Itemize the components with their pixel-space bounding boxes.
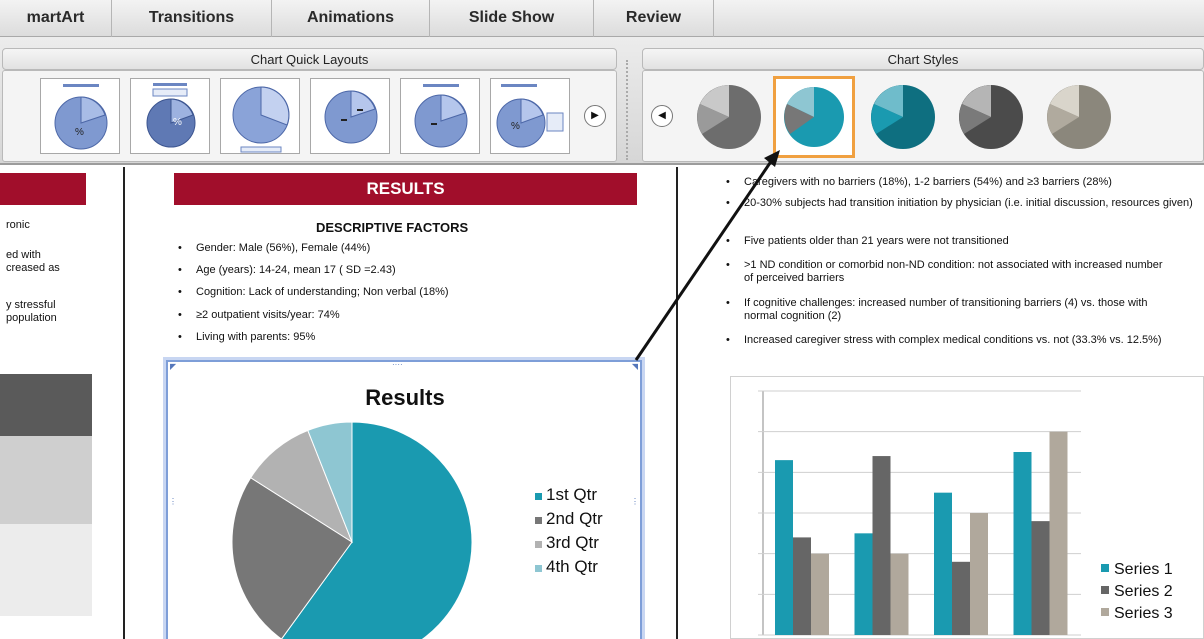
bar-2-4[interactable]	[1031, 521, 1050, 635]
bar-1-2[interactable]	[854, 533, 873, 635]
powerpoint-window: martArt Transitions Animations Slide Sho…	[0, 0, 1204, 639]
result-bullet: Living with parents: 95%	[178, 331, 315, 344]
descriptive-factors-heading: DESCRIPTIVE FACTORS	[316, 220, 469, 235]
left-gray-block	[0, 436, 92, 524]
bar-2-2[interactable]	[872, 456, 891, 635]
legend-swatch	[1101, 564, 1109, 572]
legend-label: 1st Qtr	[546, 485, 598, 504]
legend-swatch	[535, 517, 542, 524]
slide-divider	[123, 167, 125, 639]
tab-animations[interactable]: Animations	[272, 0, 430, 37]
results-banner: RESULTS	[174, 173, 637, 205]
tab-review[interactable]: Review	[594, 0, 714, 37]
result-bullet: Age (years): 14-24, mean 17 ( SD =2.43)	[178, 264, 396, 277]
result-bullet: Gender: Male (56%), Female (44%)	[178, 242, 370, 255]
finding-bullet: Increased caregiver stress with complex …	[726, 334, 1184, 347]
chart-style-3[interactable]	[862, 76, 944, 158]
result-bullet: Cognition: Lack of understanding; Non ve…	[178, 286, 449, 299]
bar-1-4[interactable]	[1013, 452, 1032, 635]
legend-swatch	[535, 541, 542, 548]
finding-bullet: If cognitive challenges: increased numbe…	[726, 297, 1164, 323]
left-text: creased as	[6, 262, 60, 274]
chart-style-2-selected[interactable]	[773, 76, 855, 158]
quick-layout-1[interactable]: %	[40, 78, 120, 154]
legend-label: 2nd Qtr	[546, 509, 603, 528]
legend-label: Series 2	[1114, 583, 1173, 600]
legend-label: 4th Qtr	[546, 557, 598, 576]
left-text: y stressful	[6, 299, 56, 311]
tab-slide-show[interactable]: Slide Show	[430, 0, 594, 37]
bar-3-1[interactable]	[811, 553, 829, 635]
finding-bullet: >1 ND condition or comorbid non-ND condi…	[726, 259, 1164, 285]
legend-swatch	[1101, 586, 1109, 594]
legend-label: 3rd Qtr	[546, 533, 599, 552]
left-gray-block	[0, 524, 92, 616]
chart-style-4[interactable]	[950, 76, 1032, 158]
left-text: ronic	[6, 219, 30, 231]
thumb-percent-label: %	[75, 127, 84, 138]
gallery-next-button[interactable]: ▶	[584, 105, 606, 127]
left-text: ed with	[6, 249, 41, 261]
slide-divider	[676, 167, 678, 639]
finding-bullet: Five patients older than 21 years were n…	[726, 235, 1194, 248]
legend-label: Series 1	[1114, 561, 1173, 578]
ribbon-tab-bar: martArt Transitions Animations Slide Sho…	[0, 0, 1204, 37]
chart-style-5[interactable]	[1038, 76, 1120, 158]
finding-bullet: 20-30% subjects had transition initiatio…	[726, 197, 1194, 210]
thumb-percent-label: %	[173, 117, 182, 128]
bar-2-1[interactable]	[793, 537, 811, 635]
quick-layout-3[interactable]	[220, 78, 300, 154]
group-separator	[626, 60, 634, 160]
legend-swatch	[1101, 608, 1109, 616]
pie-title: Results	[365, 385, 444, 410]
bar-3-4[interactable]	[1049, 431, 1068, 635]
bar-1-1[interactable]	[775, 460, 793, 635]
left-text: population	[6, 312, 57, 324]
result-bullet: ≥2 outpatient visits/year: 74%	[178, 309, 340, 322]
tab-smartart[interactable]: martArt	[0, 0, 112, 37]
quick-layout-4[interactable]	[310, 78, 390, 154]
quick-layout-2[interactable]: %	[130, 78, 210, 154]
chart-styles-header: Chart Styles	[642, 48, 1204, 70]
chart-quick-layouts-header: Chart Quick Layouts	[2, 48, 617, 70]
bar-2-3[interactable]	[952, 561, 970, 635]
legend-label: Series 3	[1114, 605, 1173, 622]
bar-chart[interactable]: Series 1 Series 2 Series 3	[730, 376, 1204, 639]
thumb-percent-label: %	[511, 121, 520, 132]
left-gray-block	[0, 374, 92, 436]
bar-1-3[interactable]	[934, 492, 952, 635]
legend-swatch	[535, 565, 542, 572]
bar-plot: Series 1 Series 2 Series 3	[758, 390, 1173, 636]
tab-transitions[interactable]: Transitions	[112, 0, 272, 37]
chart-style-1[interactable]	[688, 76, 770, 158]
quick-layout-5[interactable]	[400, 78, 480, 154]
gallery-prev-button[interactable]: ◀	[651, 105, 673, 127]
bar-3-2[interactable]	[890, 553, 909, 635]
quick-layout-6[interactable]: %	[490, 78, 570, 154]
left-banner	[0, 173, 86, 205]
finding-bullet: Caregivers with no barriers (18%), 1-2 b…	[726, 176, 1194, 189]
bar-3-3[interactable]	[970, 513, 988, 635]
legend-swatch	[535, 493, 542, 500]
selected-pie-chart[interactable]: ◤ ···· ◥ ⋮ ⋮ Results 1st Qtr 2nd Qtr 3rd Q…	[166, 360, 642, 639]
